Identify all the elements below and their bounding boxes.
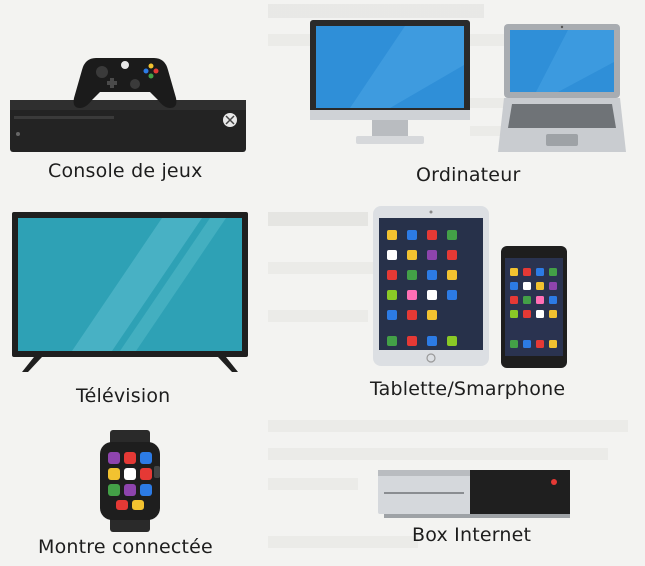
desktop-computer-icon	[310, 20, 470, 144]
background-text-line	[268, 448, 608, 460]
smartwatch-icon	[100, 430, 160, 532]
background-text-line	[268, 4, 628, 18]
laptop-icon	[498, 24, 626, 152]
tv-label: Télévision	[76, 385, 171, 407]
tablet-smartphone-label: Tablette/Smarphone	[370, 378, 566, 400]
internet-box-icon	[378, 470, 570, 518]
television-icon	[12, 212, 248, 372]
background-text-line	[268, 212, 368, 226]
computer-label: Ordinateur	[416, 164, 521, 186]
smartphone-icon	[501, 246, 567, 368]
game-console-icon	[10, 58, 246, 152]
smartwatch-label: Montre connectée	[38, 536, 213, 558]
background-text-line	[268, 536, 418, 548]
background-text-line	[268, 310, 368, 322]
document-page: Console de jeux Ordinateur Télévision Ta…	[0, 0, 645, 566]
tablet-icon	[373, 206, 489, 366]
console-label: Console de jeux	[48, 160, 203, 182]
background-text-line	[268, 262, 378, 274]
background-text-line	[268, 420, 628, 432]
internet-box-label: Box Internet	[412, 524, 532, 546]
background-text-line	[268, 478, 358, 490]
